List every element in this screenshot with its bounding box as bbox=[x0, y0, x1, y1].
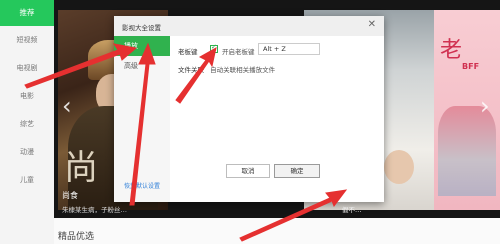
section-strip: 精品优选 bbox=[54, 218, 500, 244]
close-icon[interactable]: ✕ bbox=[368, 19, 376, 30]
section-title: 精品优选 bbox=[58, 232, 95, 242]
tab-playback[interactable]: 播放 bbox=[114, 36, 170, 56]
cancel-button[interactable]: 取消 bbox=[226, 164, 270, 178]
poster-middle-caption: 假不… bbox=[342, 206, 362, 214]
poster-caption: 尚食 bbox=[62, 191, 78, 200]
file-assoc-link[interactable]: 自动关联相关播放文件 bbox=[210, 66, 275, 74]
dialog-nav: 播放 高级 恢复默认设置 bbox=[114, 36, 170, 202]
tab-advanced[interactable]: 高级 bbox=[114, 56, 170, 76]
settings-dialog: 影视大全设置 ✕ 播放 高级 恢复默认设置 老板键 开启老板键 Alt + Z … bbox=[114, 16, 384, 202]
dialog-titlebar: 影视大全设置 ✕ bbox=[114, 16, 384, 36]
poster-big-title: 尚 bbox=[64, 148, 98, 188]
boss-key-checkbox-label[interactable]: 开启老板键 bbox=[222, 46, 255, 56]
file-assoc-label: 文件关联 bbox=[178, 66, 204, 74]
sidebar-nav: 推荐 短视频 电视剧 电影 综艺 动漫 儿童 bbox=[0, 0, 54, 244]
poster-right[interactable]: 老 BFF bbox=[434, 10, 500, 210]
carousel-next-icon[interactable]: › bbox=[480, 94, 490, 118]
file-assoc-row: 文件关联 自动关联相关播放文件 bbox=[178, 64, 275, 74]
boss-key-row: 老板键 开启老板键 Alt + Z bbox=[178, 43, 378, 56]
hotkey-input[interactable]: Alt + Z bbox=[258, 43, 320, 55]
sidebar-item-kids[interactable]: 儿童 bbox=[0, 166, 54, 194]
reset-defaults-link[interactable]: 恢复默认设置 bbox=[124, 181, 160, 190]
sidebar-item-anime[interactable]: 动漫 bbox=[0, 138, 54, 166]
dialog-title: 影视大全设置 bbox=[122, 24, 161, 32]
sidebar-item-movie[interactable]: 电影 bbox=[0, 82, 54, 110]
poster-right-subtitle: BFF bbox=[462, 62, 480, 71]
boss-key-label: 老板键 bbox=[178, 48, 198, 56]
ok-button[interactable]: 确定 bbox=[274, 164, 320, 178]
poster-subcaption: 朱棣某生病，子粉丝… bbox=[62, 206, 127, 214]
poster-person bbox=[384, 150, 414, 184]
carousel-prev-icon[interactable]: ‹ bbox=[62, 94, 72, 118]
sidebar-item-recommend[interactable]: 推荐 bbox=[0, 0, 54, 26]
sidebar-item-tv[interactable]: 电视剧 bbox=[0, 54, 54, 82]
boss-key-checkbox[interactable] bbox=[210, 43, 218, 53]
poster-right-title: 老 bbox=[440, 38, 463, 63]
sidebar-item-short-video[interactable]: 短视频 bbox=[0, 26, 54, 54]
sidebar-item-variety[interactable]: 综艺 bbox=[0, 110, 54, 138]
